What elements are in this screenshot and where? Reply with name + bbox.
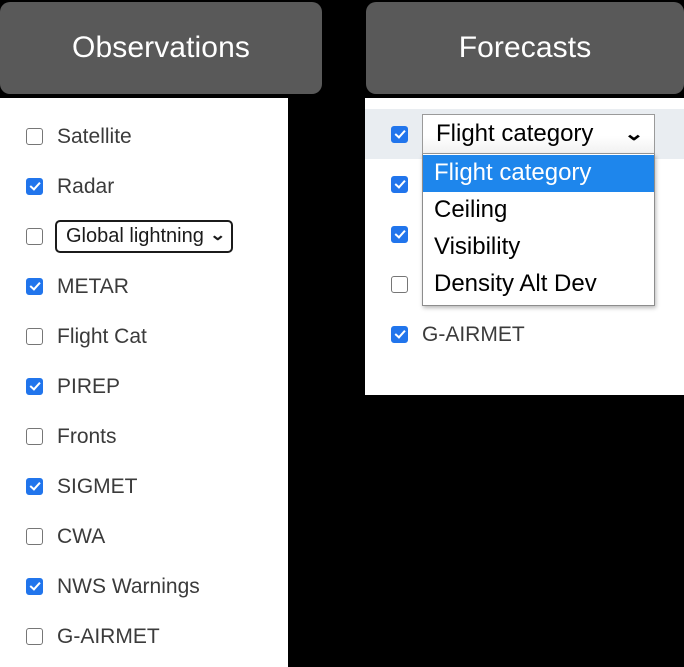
label-fronts: Fronts: [57, 424, 117, 448]
chevron-down-icon: ⌄: [209, 227, 226, 244]
tab-forecasts-label: Forecasts: [458, 31, 592, 64]
select-forecast-parameter-wrapper: Flight category ⌄ Flight category Ceilin…: [422, 114, 655, 306]
select-forecast-parameter-options: Flight category Ceiling Visibility Densi…: [422, 154, 655, 306]
list-item-g-airmet[interactable]: G-AIRMET: [0, 611, 288, 661]
list-item-flight-cat[interactable]: Flight Cat: [0, 311, 288, 361]
checkbox-sigmet[interactable]: [26, 477, 43, 495]
checkbox-forecast-2[interactable]: [391, 175, 408, 193]
checkbox-satellite[interactable]: [26, 127, 43, 145]
option-visibility[interactable]: Visibility: [423, 229, 654, 266]
label-satellite: Satellite: [57, 124, 132, 148]
checkbox-cwa[interactable]: [26, 527, 43, 545]
tab-observations-label: Observations: [72, 31, 250, 64]
label-flight-cat: Flight Cat: [57, 324, 147, 348]
label-radar: Radar: [57, 174, 115, 198]
checkbox-fronts[interactable]: [26, 427, 43, 445]
label-nws-warnings: NWS Warnings: [57, 574, 200, 598]
select-forecast-parameter[interactable]: Flight category ⌄: [422, 114, 655, 154]
checkbox-forecast-cwa[interactable]: [391, 275, 408, 293]
list-item-forecast-g-airmet[interactable]: G-AIRMET: [365, 309, 684, 359]
option-ceiling[interactable]: Ceiling: [423, 192, 654, 229]
checkbox-forecast-flight-category[interactable]: [391, 125, 408, 143]
list-item-fronts[interactable]: Fronts: [0, 411, 288, 461]
select-forecast-parameter-value: Flight category: [436, 120, 594, 147]
label-pirep: PIREP: [57, 374, 121, 398]
list-item-sigmet[interactable]: SIGMET: [0, 461, 288, 511]
list-item-metar[interactable]: METAR: [0, 261, 288, 311]
checkbox-g-airmet[interactable]: [26, 627, 43, 645]
list-item-radar[interactable]: Radar: [0, 161, 288, 211]
list-item-cwa[interactable]: CWA: [0, 511, 288, 561]
checkbox-flight-cat[interactable]: [26, 327, 43, 345]
label-g-airmet: G-AIRMET: [57, 624, 160, 648]
option-density-alt-dev[interactable]: Density Alt Dev: [423, 266, 654, 303]
checkbox-global-lightning[interactable]: [26, 227, 43, 245]
observations-panel: Satellite Radar Global lightning ⌄ METAR…: [0, 98, 288, 667]
checkbox-metar[interactable]: [26, 277, 43, 295]
observations-list: Satellite Radar Global lightning ⌄ METAR…: [0, 98, 288, 661]
option-flight-category[interactable]: Flight category: [423, 155, 654, 192]
label-metar: METAR: [57, 274, 129, 298]
chevron-down-icon: ⌄: [623, 123, 645, 145]
select-global-lightning[interactable]: Global lightning ⌄: [55, 219, 234, 253]
label-sigmet: SIGMET: [57, 474, 138, 498]
tab-forecasts[interactable]: Forecasts: [366, 2, 684, 94]
checkbox-forecast-3[interactable]: [391, 225, 408, 243]
label-cwa: CWA: [57, 524, 106, 548]
list-item-forecast-flight-category[interactable]: Flight category ⌄ Flight category Ceilin…: [365, 109, 684, 306]
list-item-pirep[interactable]: PIREP: [0, 361, 288, 411]
checkbox-nws-warnings[interactable]: [26, 577, 43, 595]
forecasts-panel: Flight category ⌄ Flight category Ceilin…: [365, 98, 684, 395]
tab-observations[interactable]: Observations: [0, 2, 322, 94]
list-item-satellite[interactable]: Satellite: [0, 111, 288, 161]
list-item-nws-warnings[interactable]: NWS Warnings: [0, 561, 288, 611]
checkbox-forecast-g-airmet[interactable]: [391, 325, 408, 343]
select-global-lightning-value: Global lightning: [66, 224, 204, 247]
forecasts-list: Flight category ⌄ Flight category Ceilin…: [365, 98, 684, 359]
list-item-global-lightning[interactable]: Global lightning ⌄: [0, 211, 288, 261]
checkbox-radar[interactable]: [26, 177, 43, 195]
checkbox-pirep[interactable]: [26, 377, 43, 395]
label-forecast-g-airmet: G-AIRMET: [422, 322, 525, 346]
